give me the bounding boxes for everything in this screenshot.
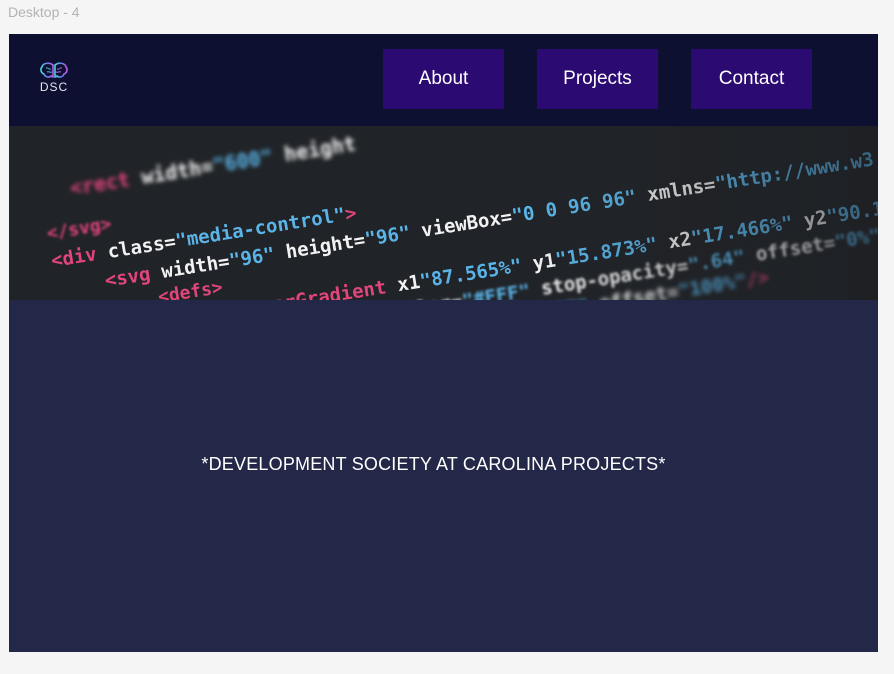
logo[interactable]: DSC [34, 62, 74, 102]
brain-icon [40, 62, 68, 78]
navbar: DSC About Projects Contact [9, 34, 878, 126]
logo-text: DSC [39, 80, 69, 94]
nav-projects-button[interactable]: Projects [537, 49, 658, 109]
frame-label: Desktop - 4 [8, 4, 80, 20]
hero-code-image: <rect width="600" height</svg><div class… [9, 126, 878, 300]
nav-contact-button[interactable]: Contact [691, 49, 812, 109]
nav-about-button[interactable]: About [383, 49, 504, 109]
code-background-image: <rect width="600" height</svg><div class… [9, 126, 878, 300]
headline: *DEVELOPMENT SOCIETY AT CAROLINA PROJECT… [201, 454, 666, 474]
desktop-frame: DSC About Projects Contact <rect width="… [9, 34, 878, 652]
